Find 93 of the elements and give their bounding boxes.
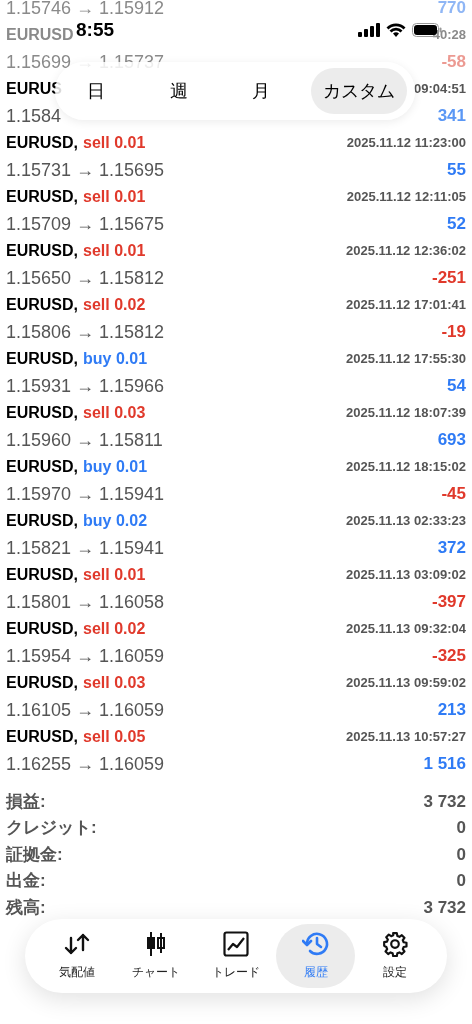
trade-symbol: EURUSD, (6, 565, 78, 585)
trade-time: 2025.11.12 17:01:41 (346, 296, 466, 315)
order-label: buy 0.01 (83, 457, 148, 477)
trade-symbol: EURUSD, (6, 619, 78, 639)
summary-label: クレジット: (6, 817, 97, 839)
trade-symbol: EURUSD, (6, 403, 78, 423)
trade-profit: 213 (437, 699, 466, 722)
trade-prices: 1.15801 → 1.16058 (6, 590, 165, 614)
trade-symbol: EURUSD, (6, 511, 78, 531)
trade-prices: 1.15931 → 1.15966 (6, 374, 165, 398)
trade-profit: -325 (431, 645, 466, 668)
nav-tab[interactable]: チャート (116, 924, 197, 988)
order-label: sell 0.01 (83, 133, 146, 153)
summary-value: 3 732 (423, 896, 466, 919)
period-tab[interactable]: カスタム (310, 68, 407, 114)
trade-time: 2025.11.12 12:11:05 (346, 188, 466, 207)
summary-value: 0 (456, 817, 466, 839)
trade-symbol: EURUSD, (6, 241, 78, 261)
summary-label: 証拠金: (6, 843, 63, 866)
trade-time: 09:04:51 (413, 80, 466, 99)
up-down-arrows-icon (63, 932, 90, 956)
trade-profit: 770 (437, 0, 466, 20)
trade-profit: -19 (441, 321, 466, 344)
trade-time: 2025.11.12 17:55:30 (346, 350, 466, 369)
trade-profit: 54 (447, 375, 466, 398)
wifi-icon (386, 23, 406, 37)
order-label: sell 0.05 (83, 727, 146, 747)
trade-time: 2025.11.13 09:59:02 (346, 674, 466, 693)
nav-tab[interactable]: 設定 (355, 924, 435, 988)
trade-profit: 341 (437, 105, 466, 128)
trade-symbol: EURUSD, (6, 295, 78, 315)
summary-label: 出金: (6, 870, 46, 892)
order-label: sell 0.03 (83, 403, 146, 423)
summary-label: 残高: (6, 896, 46, 919)
order-label: buy 0.02 (83, 511, 148, 531)
signal-icon (358, 23, 380, 37)
trade-symbol: EURUSD, (6, 349, 78, 369)
nav-tab[interactable]: 履歴 (275, 924, 356, 988)
trade-time: 2025.11.12 18:15:02 (346, 458, 466, 477)
trade-time: 2025.11.12 11:23:00 (346, 134, 466, 153)
trade-prices: 1.15650 → 1.15812 (6, 266, 165, 290)
trade-profit: 372 (437, 537, 466, 560)
trade-time: 2025.11.13 03:09:02 (346, 566, 466, 585)
order-label: sell 0.01 (83, 241, 146, 261)
trade-symbol: EURUSD (6, 25, 74, 45)
trade-profit: 1 516 (423, 753, 466, 776)
settings-icon (382, 931, 409, 957)
trade-time: 2025.11.13 02:33:23 (346, 512, 466, 531)
trade-symbol: EURUSD, (6, 457, 78, 477)
trade-prices: 1.16105 → 1.16059 (6, 698, 165, 722)
order-label: sell 0.01 (83, 187, 146, 207)
trade-profit: 52 (447, 213, 466, 236)
trade-prices: 1.15954 → 1.16059 (6, 644, 165, 668)
trade-symbol: EURUSD, (6, 187, 78, 207)
trade-symbol: EURUSD, (6, 673, 78, 693)
trade-prices: 1.15960 → 1.15811 (6, 428, 163, 452)
trade-profit: -251 (431, 267, 466, 290)
order-label: buy 0.01 (83, 349, 148, 369)
trade-symbol: EURUSD, (6, 133, 78, 153)
summary-value: 3 732 (423, 790, 466, 813)
order-label: sell 0.02 (83, 619, 146, 639)
trade-profit: 693 (437, 429, 466, 452)
summary-value: 0 (456, 870, 466, 892)
trade-prices: 1.15709 → 1.15675 (6, 212, 165, 236)
trade-prices: 1.15731 → 1.15695 (6, 158, 165, 182)
line-chart-icon (223, 931, 249, 957)
candlestick-icon (146, 931, 167, 957)
trade-prices: 1.15806 → 1.15812 (6, 320, 165, 344)
status-time: 8:55 (76, 17, 115, 42)
trade-prices: 1.16255 → 1.16059 (6, 752, 165, 776)
order-label: sell 0.02 (83, 295, 146, 315)
trade-prices: 1.15746 → 1.15912 (6, 0, 165, 20)
trade-time: 2025.11.12 18:07:39 (346, 404, 466, 423)
trade-profit: -45 (441, 483, 466, 506)
period-tab[interactable]: 月 (228, 68, 295, 114)
trade-profit: -58 (441, 51, 466, 74)
order-label: sell 0.03 (83, 673, 146, 693)
trade-symbol: EURUS (6, 79, 62, 99)
trade-symbol: EURUSD, (6, 727, 78, 747)
nav-tab[interactable]: 気配値 (37, 924, 117, 988)
summary-label: 損益: (6, 790, 46, 813)
trade-prices: 1.15970 → 1.15941 (6, 482, 165, 506)
trade-prices: 1.15821 → 1.15941 (6, 536, 165, 560)
trade-profit: -397 (431, 591, 466, 614)
trade-time: 2025.11.13 09:32:04 (346, 620, 466, 639)
trade-time: 2025.11.13 10:57:27 (346, 728, 466, 747)
order-label: sell 0.01 (83, 565, 146, 585)
trade-time: 2025.11.12 12:36:02 (346, 242, 466, 261)
summary-value: 0 (456, 843, 466, 866)
trade-profit: 55 (447, 159, 466, 182)
history-icon (301, 931, 330, 957)
nav-tab[interactable]: トレード (196, 924, 276, 988)
trade-prices: 1.1584 (6, 104, 62, 128)
